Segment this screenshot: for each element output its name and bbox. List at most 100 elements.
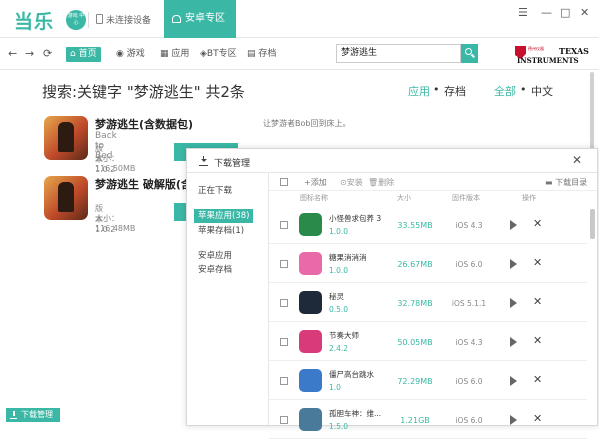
- app-name[interactable]: 梦游逃生(含数据包): [95, 116, 193, 132]
- app-icon: [299, 369, 322, 392]
- sidebar-item-android-saves[interactable]: 安卓存档: [196, 263, 234, 277]
- table-row[interactable]: 孤胆车神：维... 1.5.0 1.21GB iOS 6.0 ✕: [269, 401, 587, 439]
- select-all-checkbox[interactable]: [280, 178, 288, 186]
- minimize-button[interactable]: —: [541, 6, 552, 19]
- row-checkbox[interactable]: [280, 299, 288, 307]
- close-icon[interactable]: ✕: [533, 373, 542, 386]
- filter-apps[interactable]: 应用: [408, 83, 430, 99]
- tab-apps-label: 应用: [171, 49, 190, 59]
- panel-toolbar: +添加 ⊙安装 🗑删除 ▬ 下载目录: [269, 173, 597, 191]
- row-checkbox[interactable]: [280, 416, 288, 424]
- device-status-label: 未连接设备: [106, 16, 152, 26]
- table-row[interactable]: 僵尸高台跳水 1.0 72.29MB iOS 6.0 ✕: [269, 362, 587, 400]
- table-row[interactable]: 糖果消消消 1.0.0 26.67MB iOS 6.0 ✕: [269, 245, 587, 283]
- tab-saves[interactable]: ▤ 存档: [243, 47, 280, 62]
- maximize-button[interactable]: □: [560, 6, 570, 19]
- search-button[interactable]: [461, 44, 478, 63]
- play-icon[interactable]: [510, 376, 517, 386]
- android-zone-tab[interactable]: 安卓专区: [164, 0, 236, 38]
- close-icon[interactable]: ✕: [533, 295, 542, 308]
- refresh-icon[interactable]: ⟳: [43, 47, 52, 60]
- download-manager-button[interactable]: 下载管理: [6, 408, 60, 422]
- row-checkbox[interactable]: [280, 260, 288, 268]
- row-checkbox[interactable]: [280, 338, 288, 346]
- sidebar-item-apple-saves[interactable]: 苹果存档(1): [196, 224, 246, 238]
- tab-apps[interactable]: ▦ 应用: [156, 47, 193, 62]
- row-size: 26.67MB: [397, 260, 433, 269]
- close-icon[interactable]: ✕: [572, 153, 582, 167]
- sponsor-cn: 德州仪器: [528, 46, 544, 51]
- sidebar-item-android-apps[interactable]: 安卓应用: [196, 249, 234, 263]
- row-checkbox[interactable]: [280, 221, 288, 229]
- install-button[interactable]: ⊙安装: [340, 177, 363, 188]
- filter-chinese[interactable]: 中文: [531, 83, 553, 99]
- row-size: 33.55MB: [397, 221, 433, 230]
- close-icon[interactable]: ✕: [533, 217, 542, 230]
- tab-home[interactable]: ⌂ 首页: [66, 47, 101, 62]
- title-bar: 当乐 游戏 中心 未连接设备 安卓专区 ☰ — □ ✕: [0, 0, 599, 38]
- app-logo: 当乐: [14, 11, 55, 33]
- tab-saves-label: 存档: [258, 49, 277, 59]
- phone-icon: [96, 14, 103, 24]
- download-folder-button[interactable]: ▬ 下载目录: [545, 177, 587, 188]
- table-row[interactable]: 秘灵 0.5.0 32.78MB iOS 5.1.1 ✕: [269, 284, 587, 322]
- app-size: 大小：116.50MB: [95, 154, 136, 173]
- row-app-name: 孤胆车神：维...: [329, 409, 382, 418]
- search-result-title: 搜索:关键字 "梦游逃生" 共2条: [42, 83, 245, 101]
- sidebar-item-apple-apps[interactable]: 苹果应用(38): [194, 209, 254, 223]
- play-icon[interactable]: [510, 337, 517, 347]
- row-app-version: 2.4.2: [329, 344, 349, 353]
- tab-bt-label: BT专区: [206, 49, 237, 59]
- table-row[interactable]: 小怪兽求包养 3 1.0.0 33.55MB iOS 4.3 ✕: [269, 206, 587, 244]
- column-icon-name: 图标名称: [300, 194, 328, 202]
- tab-games-label: 游戏: [126, 49, 145, 59]
- sidebar-item-downloading[interactable]: 正在下载: [196, 184, 234, 198]
- android-icon: [172, 15, 181, 23]
- sponsor-line1: TEXAS: [559, 46, 589, 56]
- table-row[interactable]: 节奏大师 2.4.2 50.05MB iOS 4.3 ✕: [269, 323, 587, 361]
- close-button[interactable]: ✕: [580, 6, 589, 19]
- search-input[interactable]: 梦游逃生: [336, 44, 461, 63]
- row-app-version: 1.5.0: [329, 422, 349, 431]
- filter-all[interactable]: 全部: [494, 83, 516, 99]
- column-action: 操作: [522, 194, 536, 202]
- play-icon[interactable]: [510, 259, 517, 269]
- app-name[interactable]: 梦游逃生 破解版(含: [95, 176, 192, 192]
- tab-bt[interactable]: ◈BT专区: [196, 47, 241, 62]
- app-description: 让梦游者Bob回到床上。: [263, 119, 351, 128]
- app-icon: [299, 291, 322, 314]
- delete-button[interactable]: 🗑删除: [368, 177, 394, 188]
- play-icon[interactable]: [510, 298, 517, 308]
- add-button[interactable]: +添加: [304, 177, 327, 188]
- panel-scrollbar[interactable]: [590, 209, 595, 239]
- play-icon[interactable]: [510, 220, 517, 230]
- app-thumbnail[interactable]: [44, 176, 88, 220]
- device-status[interactable]: 未连接设备: [96, 13, 151, 26]
- close-icon[interactable]: ✕: [533, 412, 542, 425]
- row-checkbox[interactable]: [280, 377, 288, 385]
- row-app-name: 节奏大师: [329, 331, 359, 340]
- sponsor-logo[interactable]: 德州仪器 TEXAS INSTRUMENTS: [515, 45, 589, 65]
- logo-badge: 游戏 中心: [66, 10, 86, 30]
- play-icon[interactable]: [510, 415, 517, 425]
- panel-sidebar: 正在下载 苹果应用(38) 苹果存档(1) 安卓应用 安卓存档: [187, 173, 269, 425]
- row-app-name: 小怪兽求包养 3: [329, 214, 382, 223]
- table-header: 图标名称 大小 固件版本 操作: [269, 191, 597, 205]
- app-icon: [299, 213, 322, 236]
- close-icon[interactable]: ✕: [533, 334, 542, 347]
- row-app-version: 1.0.0: [329, 266, 349, 275]
- row-app-version: 0.5.0: [329, 305, 349, 314]
- row-firmware: iOS 4.3: [455, 221, 483, 230]
- search-icon-handle: [471, 53, 475, 58]
- back-arrow-icon[interactable]: ←: [8, 47, 17, 60]
- row-firmware: iOS 6.0: [455, 260, 483, 269]
- filter-saves[interactable]: 存档: [444, 83, 466, 99]
- skin-menu-icon[interactable]: ☰: [518, 6, 528, 19]
- app-thumbnail-figure: [58, 182, 74, 212]
- download-icon: [10, 411, 17, 419]
- column-size: 大小: [397, 194, 411, 202]
- app-thumbnail[interactable]: [44, 116, 88, 160]
- close-icon[interactable]: ✕: [533, 256, 542, 269]
- forward-arrow-icon[interactable]: →: [25, 47, 34, 60]
- tab-games[interactable]: ◉ 游戏: [112, 47, 149, 62]
